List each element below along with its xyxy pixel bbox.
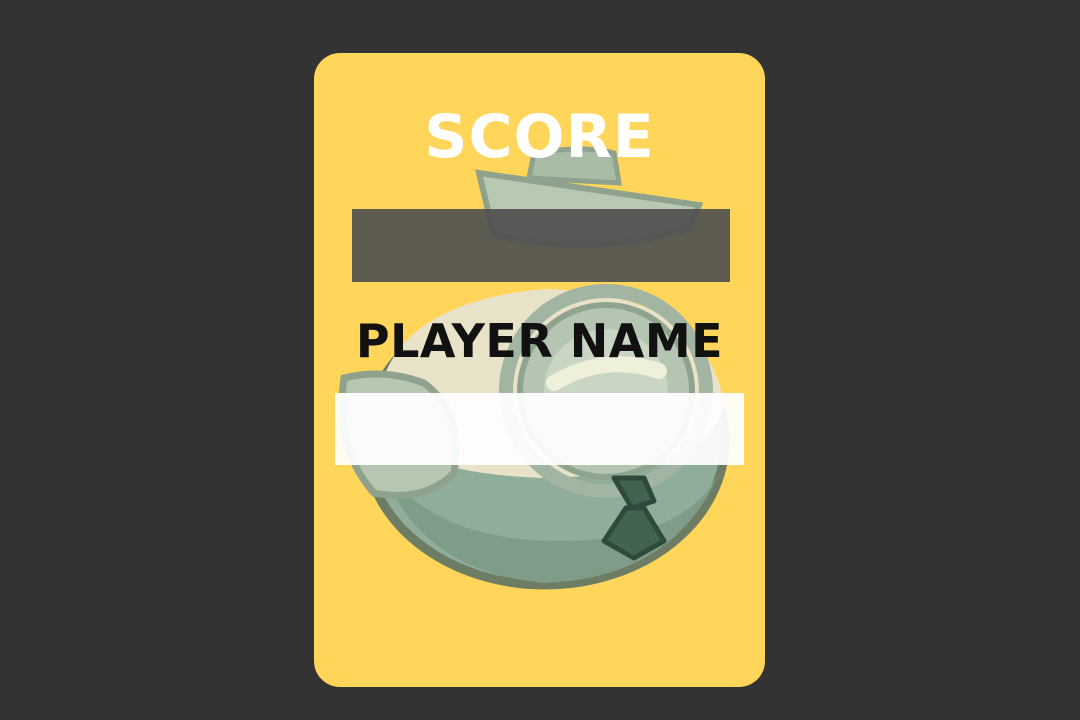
player-name-input[interactable] [335, 393, 744, 465]
score-card: SCORE PLAYER NAME [314, 53, 765, 687]
score-value-field [352, 209, 730, 282]
game-over-screen: SCORE PLAYER NAME [0, 0, 1080, 720]
score-title: SCORE [424, 102, 655, 172]
player-name-title: PLAYER NAME [355, 314, 724, 368]
